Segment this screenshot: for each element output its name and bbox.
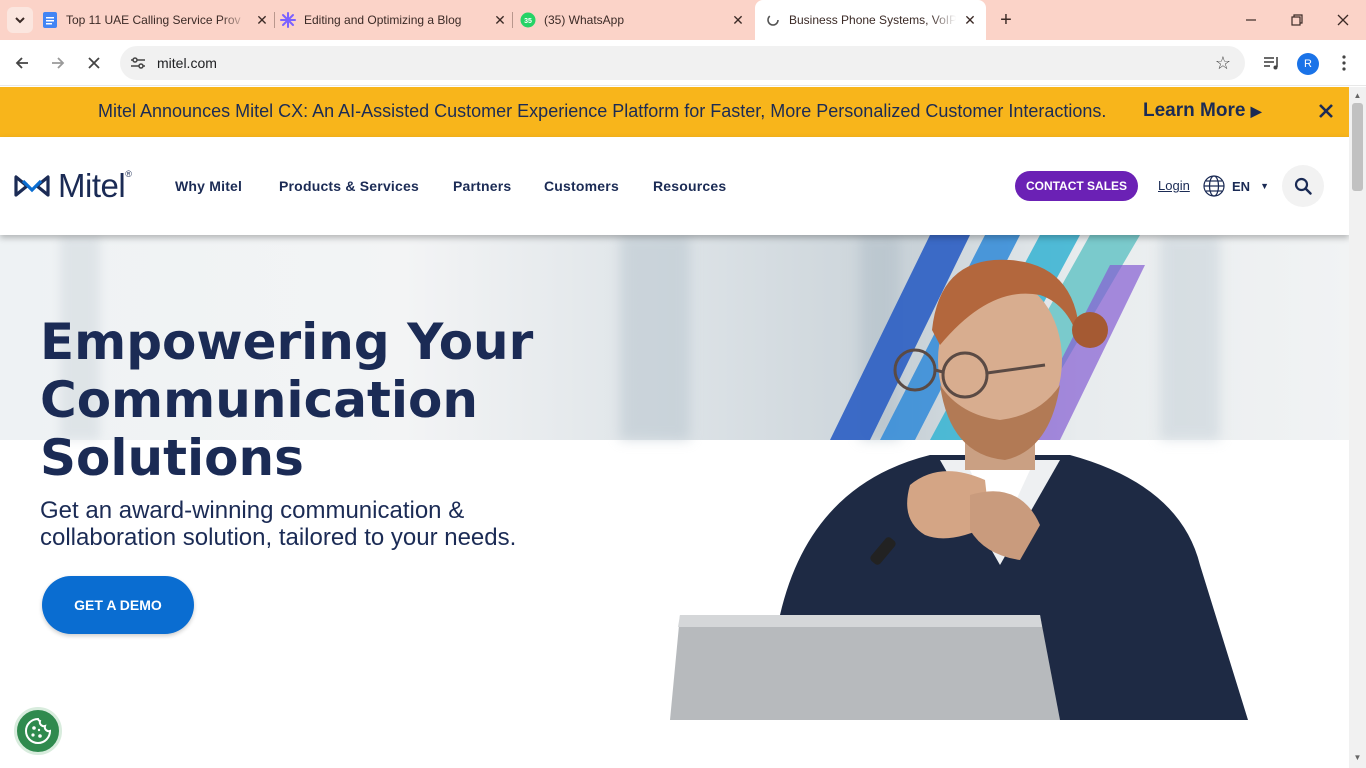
close-icon (1337, 14, 1349, 26)
caret-right-icon: ▶ (1250, 103, 1262, 119)
chevron-down-icon (15, 17, 25, 24)
tab-strip: Top 11 UAE Calling Service Prov ✕ Editin… (0, 0, 1366, 40)
learn-more-link[interactable]: Learn More ▶ (1143, 100, 1261, 122)
arrow-right-icon (52, 57, 65, 69)
scrollbar-thumb[interactable] (1352, 103, 1363, 191)
nav-customers[interactable]: Customers (544, 178, 619, 194)
nav-resources[interactable]: Resources (653, 178, 726, 194)
restore-icon (1291, 14, 1303, 26)
announcement-text: Mitel Announces Mitel CX: An AI-Assisted… (98, 101, 1107, 121)
arrow-left-icon (15, 57, 28, 69)
scroll-down-icon[interactable]: ▼ (1353, 753, 1362, 762)
hero-title-line: Solutions (40, 429, 304, 487)
mitel-mark-icon (14, 175, 50, 197)
hero-person-image (670, 235, 1248, 720)
close-tab-icon[interactable]: ✕ (730, 12, 746, 28)
search-button[interactable] (1282, 165, 1324, 207)
nav-why-mitel[interactable]: Why Mitel (175, 178, 242, 194)
ai-star-icon (280, 12, 296, 28)
bookmark-star-icon[interactable]: ☆ (1213, 53, 1233, 73)
tab-search-button[interactable] (7, 7, 33, 33)
close-icon (88, 57, 100, 69)
language-code: EN (1232, 178, 1251, 194)
nav-products-services[interactable]: Products & Services (279, 178, 419, 194)
tab-title: Top 11 UAE Calling Service Prov (66, 13, 241, 27)
plus-icon: + (1000, 8, 1012, 31)
web-page: Mitel Announces Mitel CX: An AI-Assisted… (0, 87, 1349, 768)
restore-button[interactable] (1282, 8, 1312, 32)
tab-separator (512, 12, 513, 28)
browser-menu-button[interactable] (1332, 51, 1356, 75)
scroll-up-icon[interactable]: ▲ (1353, 91, 1362, 100)
profile-avatar[interactable]: R (1297, 53, 1319, 75)
tab-uae-calling[interactable]: Top 11 UAE Calling Service Prov ✕ (42, 0, 270, 40)
close-tab-icon[interactable]: ✕ (492, 12, 508, 28)
forward-button[interactable] (44, 49, 72, 77)
more-vertical-icon (1342, 55, 1346, 71)
media-control-button[interactable] (1260, 51, 1284, 75)
contact-sales-button[interactable]: CONTACT SALES (1015, 171, 1138, 201)
hero-title-line: Empowering Your (40, 313, 534, 371)
tab-title: (35) WhatsApp (544, 13, 625, 27)
trademark-mark: ® (125, 169, 132, 179)
caret-down-icon: ▼ (1260, 181, 1269, 191)
close-tab-icon[interactable]: ✕ (254, 12, 270, 28)
new-tab-button[interactable]: + (994, 8, 1018, 32)
cookie-icon (25, 717, 52, 744)
hero-subtitle: Get an award-winning communication & col… (40, 497, 517, 551)
close-tab-icon[interactable]: ✕ (962, 12, 978, 28)
minimize-button[interactable] (1236, 8, 1266, 32)
cookie-settings-button[interactable] (14, 707, 62, 755)
get-a-demo-button[interactable]: GET A DEMO (42, 576, 194, 634)
brand-name: Mitel (58, 167, 126, 204)
hero-section: Empowering Your Communication Solutions … (0, 235, 1349, 768)
tab-mitel-active[interactable]: Business Phone Systems, VoIP, ✕ (755, 0, 986, 40)
back-button[interactable] (8, 49, 36, 77)
tab-title: Editing and Optimizing a Blog (304, 13, 462, 27)
url-text[interactable]: mitel.com (157, 55, 217, 71)
learn-more-label: Learn More (1143, 100, 1246, 121)
search-icon (1294, 177, 1312, 195)
nav-partners[interactable]: Partners (453, 178, 511, 194)
tab-title: Business Phone Systems, VoIP, (789, 13, 956, 27)
close-banner-button[interactable] (1314, 99, 1338, 123)
language-selector[interactable]: EN ▼ (1202, 174, 1269, 198)
globe-icon (1203, 175, 1225, 197)
tab-separator (274, 12, 275, 28)
tab-blog-editing[interactable]: Editing and Optimizing a Blog ✕ (280, 0, 508, 40)
hero-title-line: Communication (40, 371, 478, 429)
whatsapp-icon: 35 (520, 12, 536, 28)
stop-loading-button[interactable] (80, 49, 108, 77)
page-scrollbar[interactable]: ▲ ▼ (1349, 87, 1366, 768)
mitel-logo[interactable]: Mitel ® (14, 167, 132, 205)
tab-whatsapp[interactable]: 35 (35) WhatsApp ✕ (520, 0, 746, 40)
docs-icon (42, 12, 58, 28)
hero-title: Empowering Your Communication Solutions (40, 313, 600, 487)
address-bar[interactable]: mitel.com ☆ (120, 46, 1245, 80)
minimize-icon (1246, 19, 1256, 21)
site-header: Mitel ® Why Mitel Products & Services Pa… (0, 137, 1349, 235)
playlist-icon (1264, 57, 1278, 70)
loading-icon (765, 12, 781, 28)
close-icon (1319, 104, 1333, 118)
close-window-button[interactable] (1328, 8, 1358, 32)
login-link[interactable]: Login (1158, 178, 1190, 193)
svg-text:35: 35 (524, 18, 532, 25)
site-settings-icon[interactable] (130, 55, 146, 71)
browser-toolbar: mitel.com ☆ R (0, 40, 1366, 86)
announcement-banner: Mitel Announces Mitel CX: An AI-Assisted… (0, 87, 1349, 137)
